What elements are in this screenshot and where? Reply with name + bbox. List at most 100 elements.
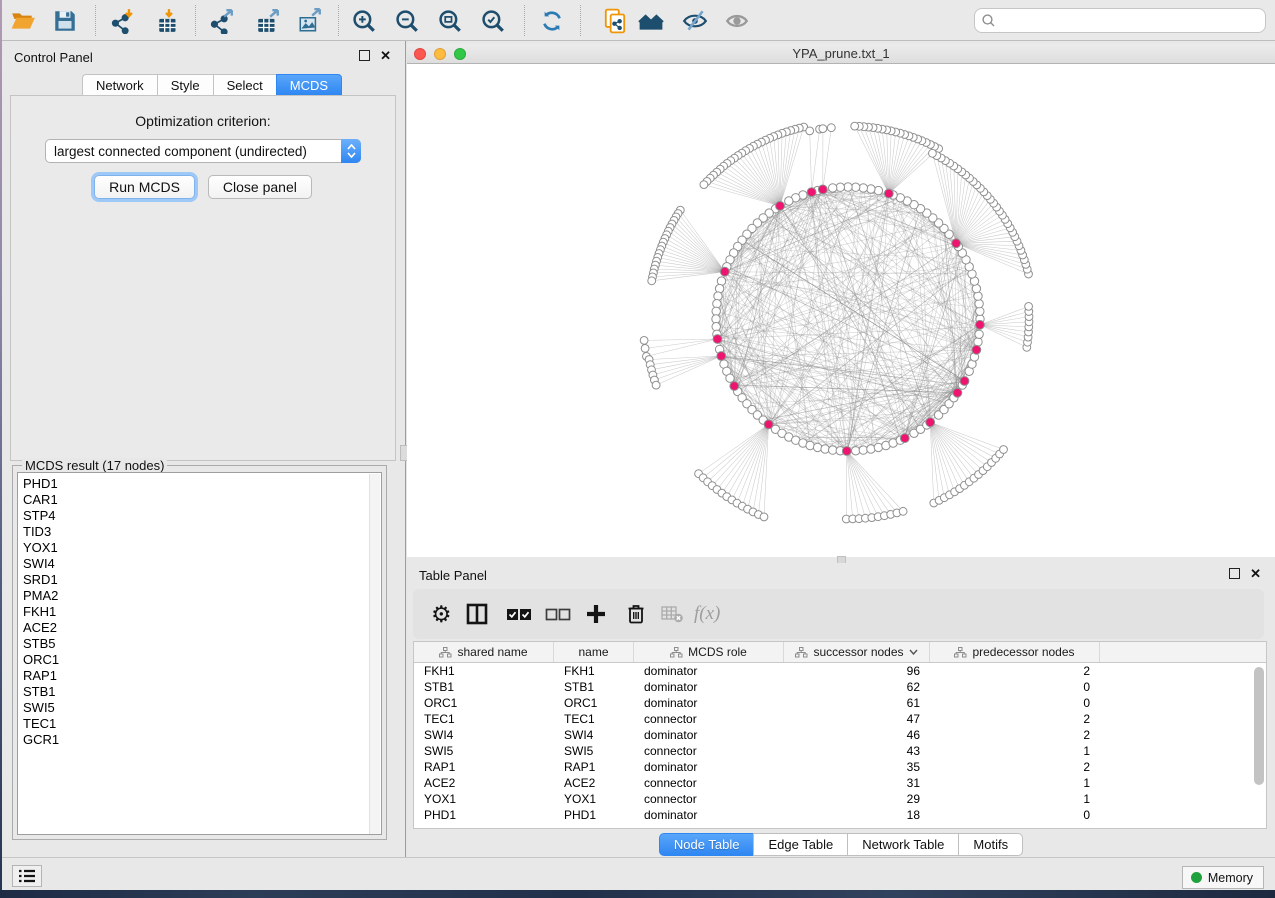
leaf-node[interactable] (899, 507, 907, 515)
mcds-hub-node[interactable] (960, 377, 969, 386)
table-row[interactable]: YOX1YOX1connector291 (414, 791, 1266, 807)
tab-style[interactable]: Style (157, 74, 213, 96)
show-column-panel-button[interactable] (465, 600, 489, 628)
mcds-hub-node[interactable] (713, 335, 722, 344)
import-network-button[interactable] (110, 7, 138, 35)
network-node[interactable] (974, 338, 982, 346)
leaf-node[interactable] (1025, 303, 1033, 311)
mcds-result-item[interactable]: PMA2 (18, 588, 381, 604)
column-header-predecessor-nodes[interactable]: predecessor nodes (930, 642, 1100, 662)
show-panels-menu-button[interactable] (12, 865, 42, 887)
tab-edge-table[interactable]: Edge Table (753, 833, 847, 856)
hide-selection-button[interactable] (682, 7, 710, 35)
mcds-result-item[interactable]: PHD1 (18, 476, 381, 492)
run-mcds-button[interactable]: Run MCDS (94, 175, 195, 199)
export-image-button[interactable] (297, 7, 325, 35)
zoom-out-button[interactable] (394, 7, 422, 35)
leaf-node[interactable] (760, 513, 768, 521)
leaf-node[interactable] (652, 381, 660, 389)
network-node[interactable] (975, 330, 983, 338)
criterion-select[interactable]: largest connected component (undirected) (45, 139, 361, 163)
mcds-result-item[interactable]: TID3 (18, 524, 381, 540)
leaf-node[interactable] (806, 127, 814, 135)
first-neighbors-button[interactable] (638, 7, 666, 35)
network-canvas[interactable] (407, 64, 1275, 557)
import-table-button[interactable] (156, 7, 184, 35)
zoom-selected-button[interactable] (480, 7, 508, 35)
mcds-hub-node[interactable] (818, 185, 827, 194)
select-all-columns-button[interactable] (505, 600, 533, 628)
mcds-hub-node[interactable] (926, 418, 935, 427)
mcds-hub-node[interactable] (972, 345, 981, 354)
scrollbar-thumb[interactable] (1254, 667, 1264, 785)
mcds-hub-node[interactable] (952, 239, 961, 248)
network-node[interactable] (714, 292, 722, 300)
mcds-hub-node[interactable] (776, 202, 785, 211)
network-node[interactable] (712, 307, 720, 315)
mcds-hub-node[interactable] (807, 188, 816, 197)
float-table-panel-button[interactable] (1229, 568, 1240, 579)
table-row[interactable]: ACE2ACE2connector311 (414, 775, 1266, 791)
table-row[interactable]: FKH1FKH1dominator962 (414, 663, 1266, 679)
network-node[interactable] (852, 183, 860, 191)
open-file-button[interactable] (10, 7, 38, 35)
leaf-node[interactable] (700, 181, 708, 189)
table-row[interactable]: ORC1ORC1dominator610 (414, 695, 1266, 711)
tab-motifs[interactable]: Motifs (958, 833, 1023, 856)
leaf-node[interactable] (929, 149, 937, 157)
column-settings-button[interactable]: ⚙ (431, 600, 452, 628)
tab-network[interactable]: Network (82, 74, 157, 96)
network-node[interactable] (874, 186, 882, 194)
tab-network-table[interactable]: Network Table (847, 833, 958, 856)
function-builder-button[interactable]: f(x) (694, 600, 720, 628)
network-node[interactable] (836, 183, 844, 191)
mcds-result-item[interactable]: STB1 (18, 684, 381, 700)
leaf-node[interactable] (648, 277, 656, 285)
mcds-result-item[interactable]: RAP1 (18, 668, 381, 684)
mcds-hub-node[interactable] (717, 352, 726, 361)
apply-layout-button[interactable] (539, 7, 567, 35)
table-row[interactable]: STB1STB1dominator620 (414, 679, 1266, 695)
leaf-node[interactable] (827, 124, 835, 132)
network-node[interactable] (785, 197, 793, 205)
column-header-shared-name[interactable]: shared name (414, 642, 554, 662)
new-network-from-selection-button[interactable] (602, 7, 630, 35)
mcds-result-item[interactable]: SWI5 (18, 700, 381, 716)
column-header-successor-nodes[interactable]: successor nodes (784, 642, 930, 662)
column-header-MCDS-role[interactable]: MCDS role (634, 642, 784, 662)
leaf-node[interactable] (819, 125, 827, 133)
mcds-result-item[interactable]: STB5 (18, 636, 381, 652)
close-mcds-panel-button[interactable]: Close panel (208, 175, 312, 199)
memory-button[interactable]: Memory (1182, 866, 1264, 889)
table-row[interactable]: SWI5SWI5connector431 (414, 743, 1266, 759)
search-input[interactable] (997, 11, 1259, 31)
network-node[interactable] (975, 300, 983, 308)
mcds-hub-node[interactable] (730, 382, 739, 391)
network-node[interactable] (715, 284, 723, 292)
network-node[interactable] (974, 292, 982, 300)
network-node[interactable] (844, 183, 852, 191)
network-node[interactable] (713, 300, 721, 308)
mcds-hub-node[interactable] (976, 320, 985, 329)
mcds-hub-node[interactable] (884, 189, 893, 198)
network-node[interactable] (859, 184, 867, 192)
leaf-node[interactable] (640, 337, 648, 345)
network-node[interactable] (829, 446, 837, 454)
delete-table-button[interactable] (660, 600, 684, 628)
tab-select[interactable]: Select (213, 74, 276, 96)
network-node[interactable] (859, 446, 867, 454)
network-node[interactable] (813, 443, 821, 451)
close-panel-button[interactable]: ✕ (380, 50, 391, 61)
mcds-result-item[interactable]: STP4 (18, 508, 381, 524)
network-node[interactable] (726, 374, 734, 382)
zoom-in-button[interactable] (351, 7, 379, 35)
network-node[interactable] (712, 315, 720, 323)
mcds-result-item[interactable]: CAR1 (18, 492, 381, 508)
mcds-result-item[interactable]: GCR1 (18, 732, 381, 748)
mcds-result-item[interactable]: YOX1 (18, 540, 381, 556)
mcds-result-item[interactable]: ACE2 (18, 620, 381, 636)
network-node[interactable] (867, 185, 875, 193)
network-node[interactable] (712, 323, 720, 331)
table-row[interactable]: PHD1PHD1dominator180 (414, 807, 1266, 823)
save-session-button[interactable] (52, 7, 80, 35)
